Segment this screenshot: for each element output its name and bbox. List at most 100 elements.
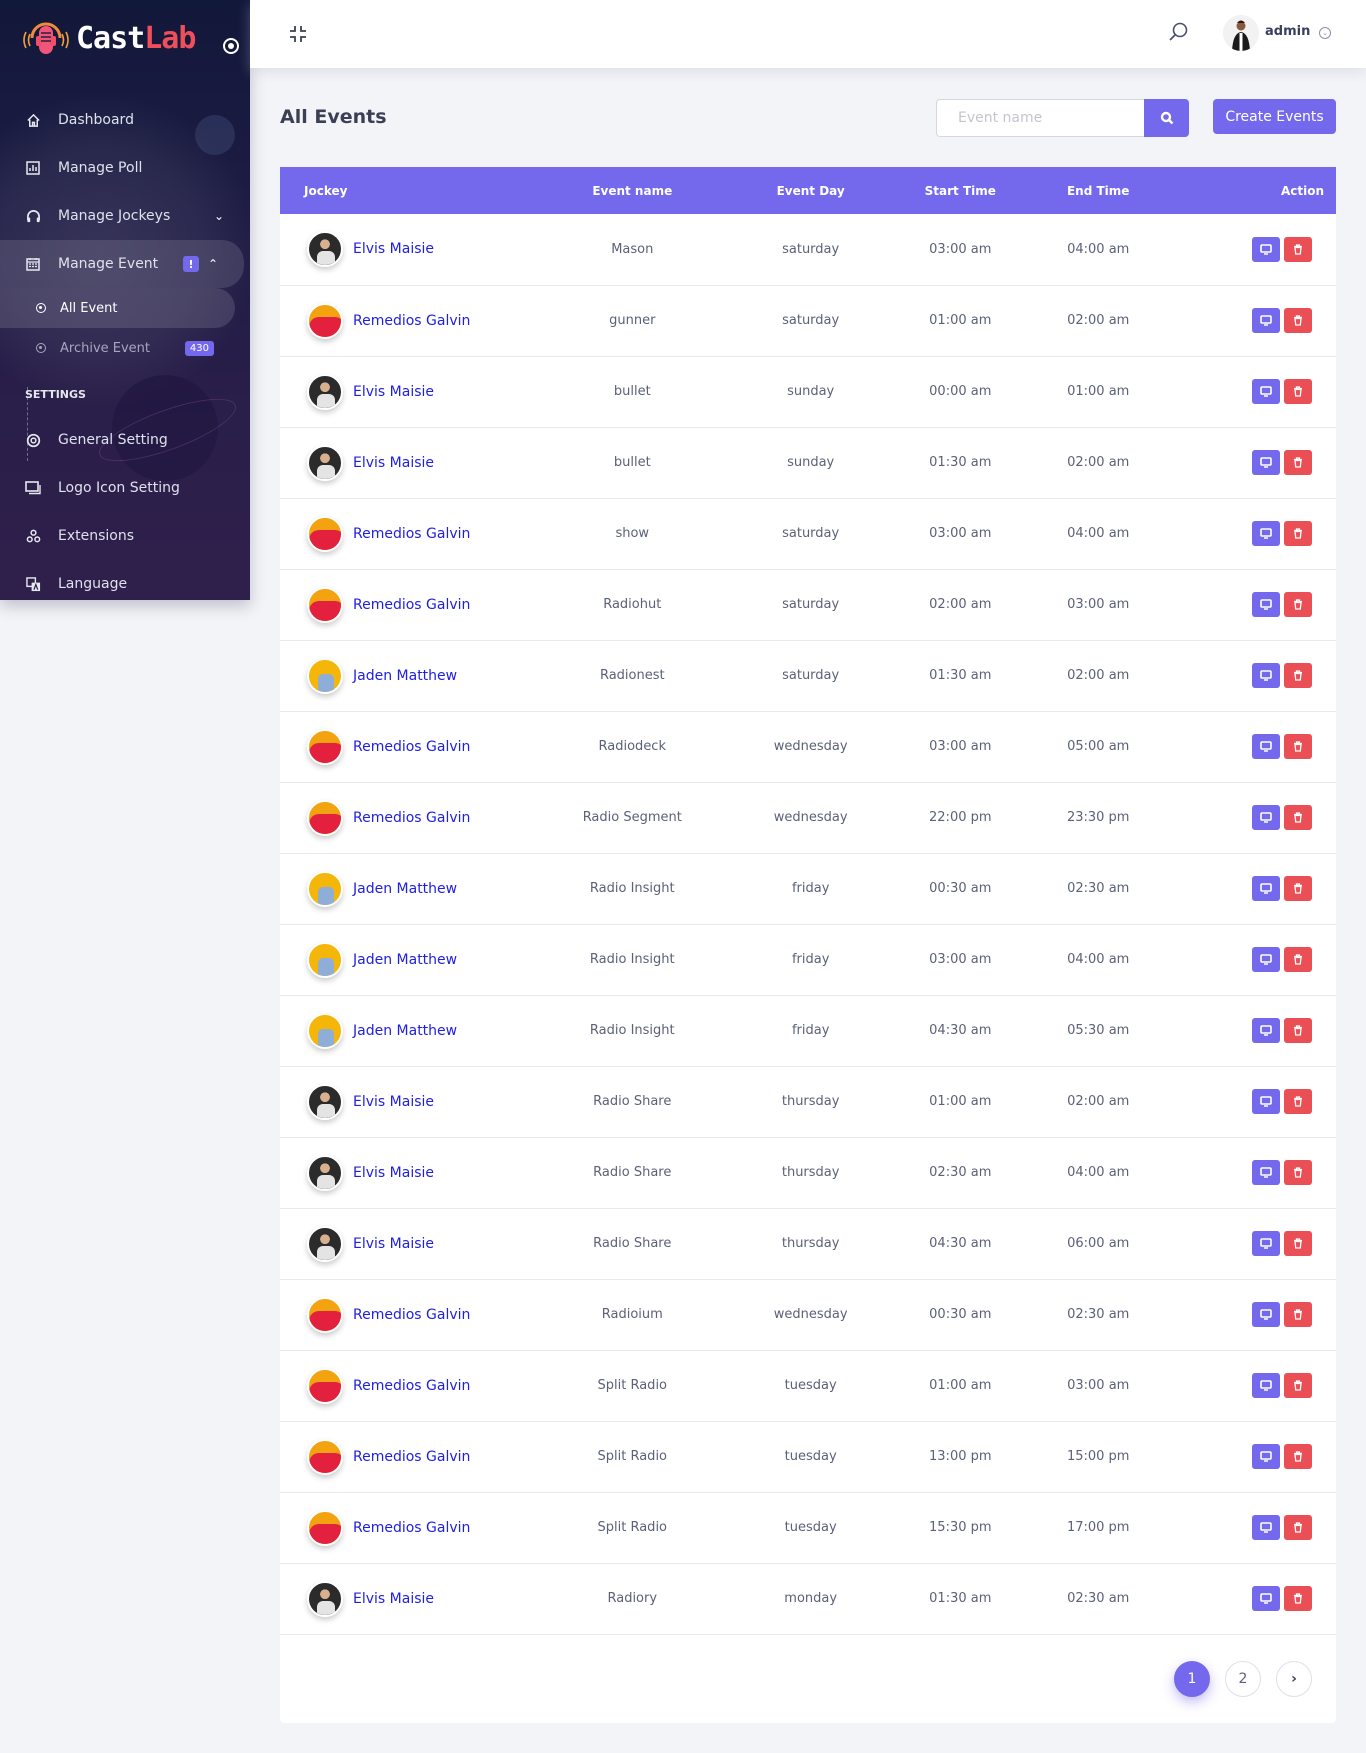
view-button[interactable]: [1252, 876, 1280, 901]
delete-button[interactable]: [1284, 1160, 1312, 1185]
jockey-name-link[interactable]: Elvis Maisie: [353, 384, 434, 400]
start-time-cell: 02:30 am: [929, 1165, 992, 1180]
delete-button[interactable]: [1284, 379, 1312, 404]
view-button[interactable]: [1252, 1586, 1280, 1611]
jockey-name-link[interactable]: Remedios Galvin: [353, 739, 470, 755]
sidebar-item-language[interactable]: Language: [0, 560, 250, 600]
jockey-name-link[interactable]: Remedios Galvin: [353, 1307, 470, 1323]
delete-button[interactable]: [1284, 1515, 1312, 1540]
poll-chart-icon: [25, 160, 41, 176]
delete-button[interactable]: [1284, 592, 1312, 617]
sidebar-subitem-all-event[interactable]: All Event: [0, 288, 235, 328]
sidebar-toggle-button[interactable]: [223, 38, 239, 54]
jockey-name-link[interactable]: Jaden Matthew: [353, 952, 457, 968]
chevron-down-circle-icon[interactable]: ⌄: [1319, 27, 1331, 39]
delete-button[interactable]: [1284, 450, 1312, 475]
jockey-name-link[interactable]: Jaden Matthew: [353, 881, 457, 897]
delete-button[interactable]: [1284, 308, 1312, 333]
view-button[interactable]: [1252, 592, 1280, 617]
view-button[interactable]: [1252, 1231, 1280, 1256]
delete-button[interactable]: [1284, 663, 1312, 688]
search-icon[interactable]: [1167, 21, 1189, 43]
row-actions: [1163, 1231, 1336, 1256]
jockey-name-link[interactable]: Remedios Galvin: [353, 1449, 470, 1465]
view-button[interactable]: [1252, 1302, 1280, 1327]
collapse-screen-icon[interactable]: [288, 24, 308, 44]
sidebar-item-general-setting[interactable]: General Setting: [0, 416, 250, 464]
next-page-button[interactable]: ›: [1276, 1661, 1312, 1697]
jockey-name-link[interactable]: Remedios Galvin: [353, 526, 470, 542]
view-button[interactable]: [1252, 663, 1280, 688]
jockey-name-link[interactable]: Elvis Maisie: [353, 241, 434, 257]
table-header-row: Jockey Event name Event Day Start Time E…: [280, 167, 1336, 214]
end-time-cell: 04:00 am: [1067, 952, 1130, 967]
jockey-name-link[interactable]: Remedios Galvin: [353, 1378, 470, 1394]
sidebar-subitem-archive-event[interactable]: Archive Event 430: [0, 328, 250, 368]
logo[interactable]: CastLab: [22, 18, 196, 58]
pagination: 1 2 ›: [1174, 1661, 1312, 1697]
delete-button[interactable]: [1284, 521, 1312, 546]
jockey-name-link[interactable]: Elvis Maisie: [353, 1165, 434, 1181]
delete-button[interactable]: [1284, 805, 1312, 830]
jockey-name-link[interactable]: Remedios Galvin: [353, 597, 470, 613]
view-button[interactable]: [1252, 236, 1280, 262]
view-button[interactable]: [1252, 379, 1280, 404]
delete-button[interactable]: [1284, 1586, 1312, 1611]
page-button-1[interactable]: 1: [1174, 1661, 1210, 1697]
table-row: Jaden Matthew Radio Insight friday 04:30 am…: [280, 995, 1336, 1066]
jockey-name-link[interactable]: Remedios Galvin: [353, 1520, 470, 1536]
jockey-avatar: [307, 1509, 343, 1546]
jockey-name-link[interactable]: Jaden Matthew: [353, 1023, 457, 1039]
jockey-name-link[interactable]: Jaden Matthew: [353, 668, 457, 684]
sidebar-item-dashboard[interactable]: Dashboard: [0, 96, 250, 144]
delete-button[interactable]: [1284, 734, 1312, 759]
view-button[interactable]: [1252, 1160, 1280, 1185]
delete-button[interactable]: [1284, 1302, 1312, 1327]
view-button[interactable]: [1252, 1373, 1280, 1398]
delete-button[interactable]: [1284, 236, 1312, 262]
jockey-info: Remedios Galvin: [307, 1367, 530, 1404]
delete-button[interactable]: [1284, 1373, 1312, 1398]
sidebar-item-manage-event[interactable]: Manage Event ! ⌃: [0, 240, 244, 288]
delete-button[interactable]: [1284, 876, 1312, 901]
view-button[interactable]: [1252, 450, 1280, 475]
view-button[interactable]: [1252, 521, 1280, 546]
jockey-name-link[interactable]: Elvis Maisie: [353, 1236, 434, 1252]
view-button[interactable]: [1252, 308, 1280, 333]
delete-button[interactable]: [1284, 1444, 1312, 1469]
jockey-name-link[interactable]: Elvis Maisie: [353, 1094, 434, 1110]
delete-button[interactable]: [1284, 1018, 1312, 1043]
view-button[interactable]: [1252, 805, 1280, 830]
extensions-icon: [25, 528, 41, 544]
create-events-button[interactable]: Create Events: [1213, 99, 1336, 134]
table-row: Remedios Galvin Split Radio tuesday 15:30 p…: [280, 1492, 1336, 1563]
event-name-search-input[interactable]: [936, 99, 1144, 137]
view-button[interactable]: [1252, 1089, 1280, 1114]
view-button[interactable]: [1252, 947, 1280, 972]
jockey-name-link[interactable]: Elvis Maisie: [353, 1591, 434, 1607]
page-button-2[interactable]: 2: [1225, 1661, 1261, 1697]
sidebar-item-logo-icon-setting[interactable]: Logo Icon Setting: [0, 464, 250, 512]
view-button[interactable]: [1252, 1515, 1280, 1540]
row-actions: [1163, 1444, 1336, 1469]
delete-button[interactable]: [1284, 1231, 1312, 1256]
view-button[interactable]: [1252, 1018, 1280, 1043]
jockey-name-link[interactable]: Remedios Galvin: [353, 810, 470, 826]
search-submit-button[interactable]: [1144, 99, 1189, 137]
user-name[interactable]: admin: [1265, 24, 1310, 39]
view-button[interactable]: [1252, 734, 1280, 759]
archive-count-badge: 430: [184, 340, 214, 356]
sidebar-item-manage-poll[interactable]: Manage Poll: [0, 144, 250, 192]
sidebar-item-label: General Setting: [58, 432, 168, 448]
delete-button[interactable]: [1284, 947, 1312, 972]
delete-button[interactable]: [1284, 1089, 1312, 1114]
radio-dot-icon: [36, 343, 46, 353]
jockey-name-link[interactable]: Remedios Galvin: [353, 313, 470, 329]
view-button[interactable]: [1252, 1444, 1280, 1469]
jockey-avatar: [307, 657, 343, 694]
sidebar-item-manage-jockeys[interactable]: Manage Jockeys ⌄: [0, 192, 250, 240]
admin-avatar[interactable]: [1223, 15, 1259, 51]
jockey-name-link[interactable]: Elvis Maisie: [353, 455, 434, 471]
events-table-card: Jockey Event name Event Day Start Time E…: [280, 167, 1336, 1723]
sidebar-item-extensions[interactable]: Extensions: [0, 512, 250, 560]
